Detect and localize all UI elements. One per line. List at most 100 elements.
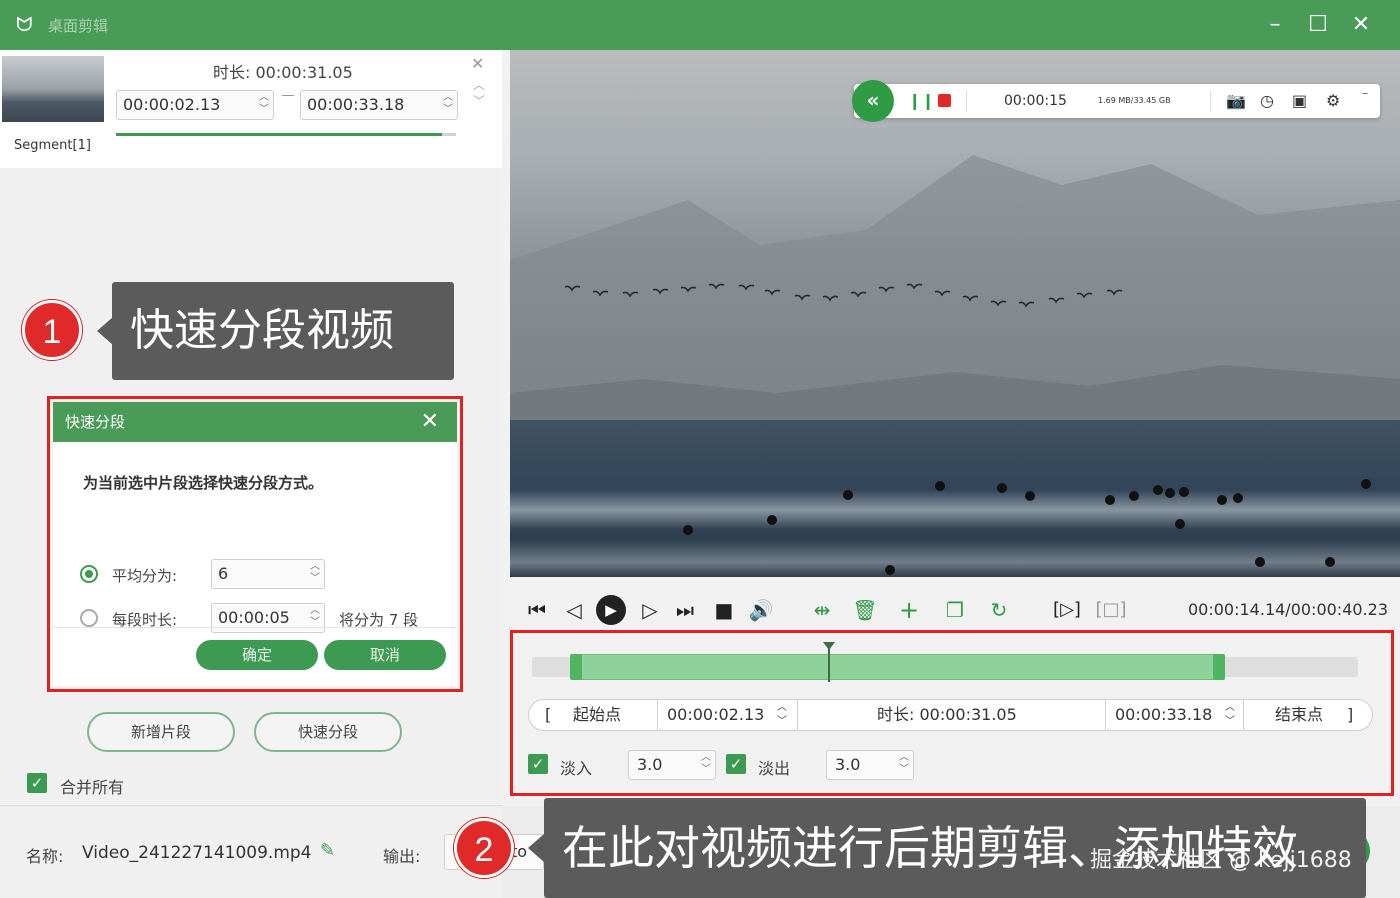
- scene-surfers: [683, 479, 1371, 575]
- reset-icon[interactable]: ↻: [986, 596, 1012, 624]
- toolbox-icon[interactable]: ▣: [1292, 84, 1307, 118]
- skip-end-icon[interactable]: ⏭: [672, 596, 698, 624]
- surfer-shape: [1217, 495, 1227, 505]
- dialog-title: 快速分段: [65, 413, 126, 431]
- dialog-divider: [53, 627, 457, 628]
- prev-frame-icon[interactable]: ◁: [562, 596, 586, 624]
- segment-thumbnail[interactable]: [2, 56, 104, 122]
- surfer-shape: [1175, 519, 1185, 529]
- surfer-shape: [1179, 487, 1189, 497]
- pause-icon[interactable]: ❙❙: [908, 84, 935, 118]
- stepper-icon[interactable]: ︿ ﹀: [443, 92, 453, 116]
- surfer-shape: [1325, 557, 1335, 567]
- surfer-shape: [683, 525, 693, 535]
- surfer-shape: [1165, 488, 1175, 498]
- duration-split-value: 00:00:05: [218, 608, 290, 627]
- segment-card[interactable]: Segment[1] 时长: 00:00:31.05 00:00:02.13 ︿…: [0, 50, 502, 168]
- recorder-toolbar: « ❙❙ 00:00:15 1.69 MB/33.45 GB 📷 ◷ ▣ ⚙ –: [852, 80, 1380, 122]
- close-icon[interactable]: ✕: [1346, 10, 1376, 40]
- equal-split-count-input[interactable]: 6 ︿ ﹀: [211, 559, 325, 589]
- highlight-frame-editor: [510, 630, 1394, 796]
- watermark: 掘金技术社区 @ kejj1688: [1090, 848, 1352, 873]
- surfer-shape: [1255, 557, 1265, 567]
- add-icon[interactable]: +: [896, 596, 922, 624]
- surfer-shape: [767, 515, 777, 525]
- dialog-header: 快速分段 ✕: [53, 402, 457, 442]
- stop-icon[interactable]: ■: [712, 596, 736, 624]
- step-badge-1: 1: [22, 300, 82, 360]
- stepper-icon[interactable]: ︿ ﹀: [310, 605, 320, 629]
- clock-icon[interactable]: ◷: [1260, 84, 1274, 118]
- segment-duration: 时长: 00:00:31.05: [213, 63, 353, 82]
- stop-record-icon[interactable]: [938, 94, 951, 107]
- volume-icon[interactable]: 🔊: [746, 596, 776, 624]
- stepper-icon[interactable]: ︿ ﹀: [310, 561, 320, 585]
- dialog-description: 为当前选中片段选择快速分段方式。: [83, 474, 324, 492]
- minimize-recorder-icon[interactable]: –: [1362, 76, 1368, 110]
- confirm-button[interactable]: 确定: [196, 640, 318, 670]
- maximize-icon[interactable]: ☐: [1303, 10, 1333, 40]
- surfer-shape: [1153, 485, 1163, 495]
- surfer-shape: [843, 490, 853, 500]
- dialog-close-icon[interactable]: ✕: [421, 402, 439, 442]
- merge-all-checkbox[interactable]: ✓: [27, 773, 47, 793]
- segment-progress-fill: [116, 133, 443, 136]
- callout-arrow: [97, 317, 113, 345]
- segment-name: Segment[1]: [14, 138, 91, 153]
- add-segment-button[interactable]: 新增片段: [87, 712, 235, 752]
- move-up-icon[interactable]: ︿: [473, 76, 485, 93]
- copy-icon[interactable]: ❐: [942, 596, 968, 624]
- segment-progress: [116, 133, 456, 136]
- equal-split-label: 平均分为:: [112, 567, 178, 585]
- file-name: Video_241227141009.mp4: [82, 843, 312, 863]
- title-bar: ᗢ 桌面剪辑 – ☐ ✕: [0, 0, 1400, 50]
- equal-split-count: 6: [218, 564, 229, 583]
- segment-start-value: 00:00:02.13: [123, 95, 221, 114]
- surfer-shape: [885, 565, 895, 575]
- next-frame-icon[interactable]: ▷: [638, 596, 662, 624]
- settings-icon[interactable]: ⚙: [1326, 84, 1340, 118]
- surfer-shape: [935, 481, 945, 491]
- duration-split-input[interactable]: 00:00:05 ︿ ﹀: [211, 603, 325, 633]
- cancel-button[interactable]: 取消: [324, 640, 446, 670]
- radio-duration-split[interactable]: [80, 609, 98, 627]
- app-logo-icon: ᗢ: [16, 12, 33, 36]
- record-time: 00:00:15: [1004, 93, 1067, 109]
- delete-icon[interactable]: 🗑: [852, 596, 878, 624]
- surfer-shape: [1105, 495, 1115, 505]
- quick-split-dialog: 快速分段 ✕ 为当前选中片段选择快速分段方式。 平均分为: 6 ︿ ﹀ 每段时长:…: [53, 402, 457, 686]
- player-time: 00:00:14.14/00:00:40.23: [1188, 600, 1388, 619]
- move-down-icon[interactable]: ﹀: [473, 92, 485, 109]
- segment-end-value: 00:00:33.18: [307, 95, 405, 114]
- camera-icon[interactable]: 📷: [1226, 84, 1246, 118]
- surfer-shape: [1025, 491, 1035, 501]
- video-preview[interactable]: « ❙❙ 00:00:15 1.69 MB/33.45 GB 📷 ◷ ▣ ⚙ –: [510, 50, 1400, 577]
- callout-text: 快速分段视频: [130, 305, 394, 356]
- app-title: 桌面剪辑: [48, 17, 109, 35]
- quick-split-button[interactable]: 快速分段: [254, 712, 402, 752]
- edit-name-icon[interactable]: ✎: [320, 840, 335, 861]
- remove-segment-icon[interactable]: ✕: [471, 54, 484, 73]
- separator: [966, 90, 967, 112]
- fit-selection-icon[interactable]: [□]: [1094, 596, 1128, 624]
- play-icon[interactable]: ▶: [596, 595, 626, 625]
- segment-panel: Segment[1] 时长: 00:00:31.05 00:00:02.13 ︿…: [0, 50, 502, 898]
- collapse-recorder-icon[interactable]: «: [852, 80, 894, 122]
- range-dash: [282, 95, 294, 96]
- separator: [1210, 90, 1211, 112]
- surfer-shape: [997, 483, 1007, 493]
- segment-start-input[interactable]: 00:00:02.13 ︿ ﹀: [116, 90, 274, 120]
- player-controls: ⏮ ◁ ▶ ▷ ⏭ ■ 🔊 ⇹ 🗑 + ❐ ↻ [▷] [□] 00:00:14…: [510, 590, 1400, 630]
- split-icon[interactable]: ⇹: [808, 596, 836, 624]
- segment-end-input[interactable]: 00:00:33.18 ︿ ﹀: [300, 90, 458, 120]
- surfer-shape: [1129, 491, 1139, 501]
- skip-start-icon[interactable]: ⏮: [524, 596, 550, 624]
- stepper-icon[interactable]: ︿ ﹀: [259, 92, 269, 116]
- surfer-shape: [1233, 493, 1243, 503]
- surfer-shape: [1361, 479, 1371, 489]
- output-label: 输出:: [383, 847, 421, 866]
- name-label: 名称:: [26, 847, 64, 866]
- radio-equal-split[interactable]: [80, 565, 98, 583]
- minimize-icon[interactable]: –: [1260, 10, 1290, 40]
- play-selection-icon[interactable]: [▷]: [1050, 596, 1084, 624]
